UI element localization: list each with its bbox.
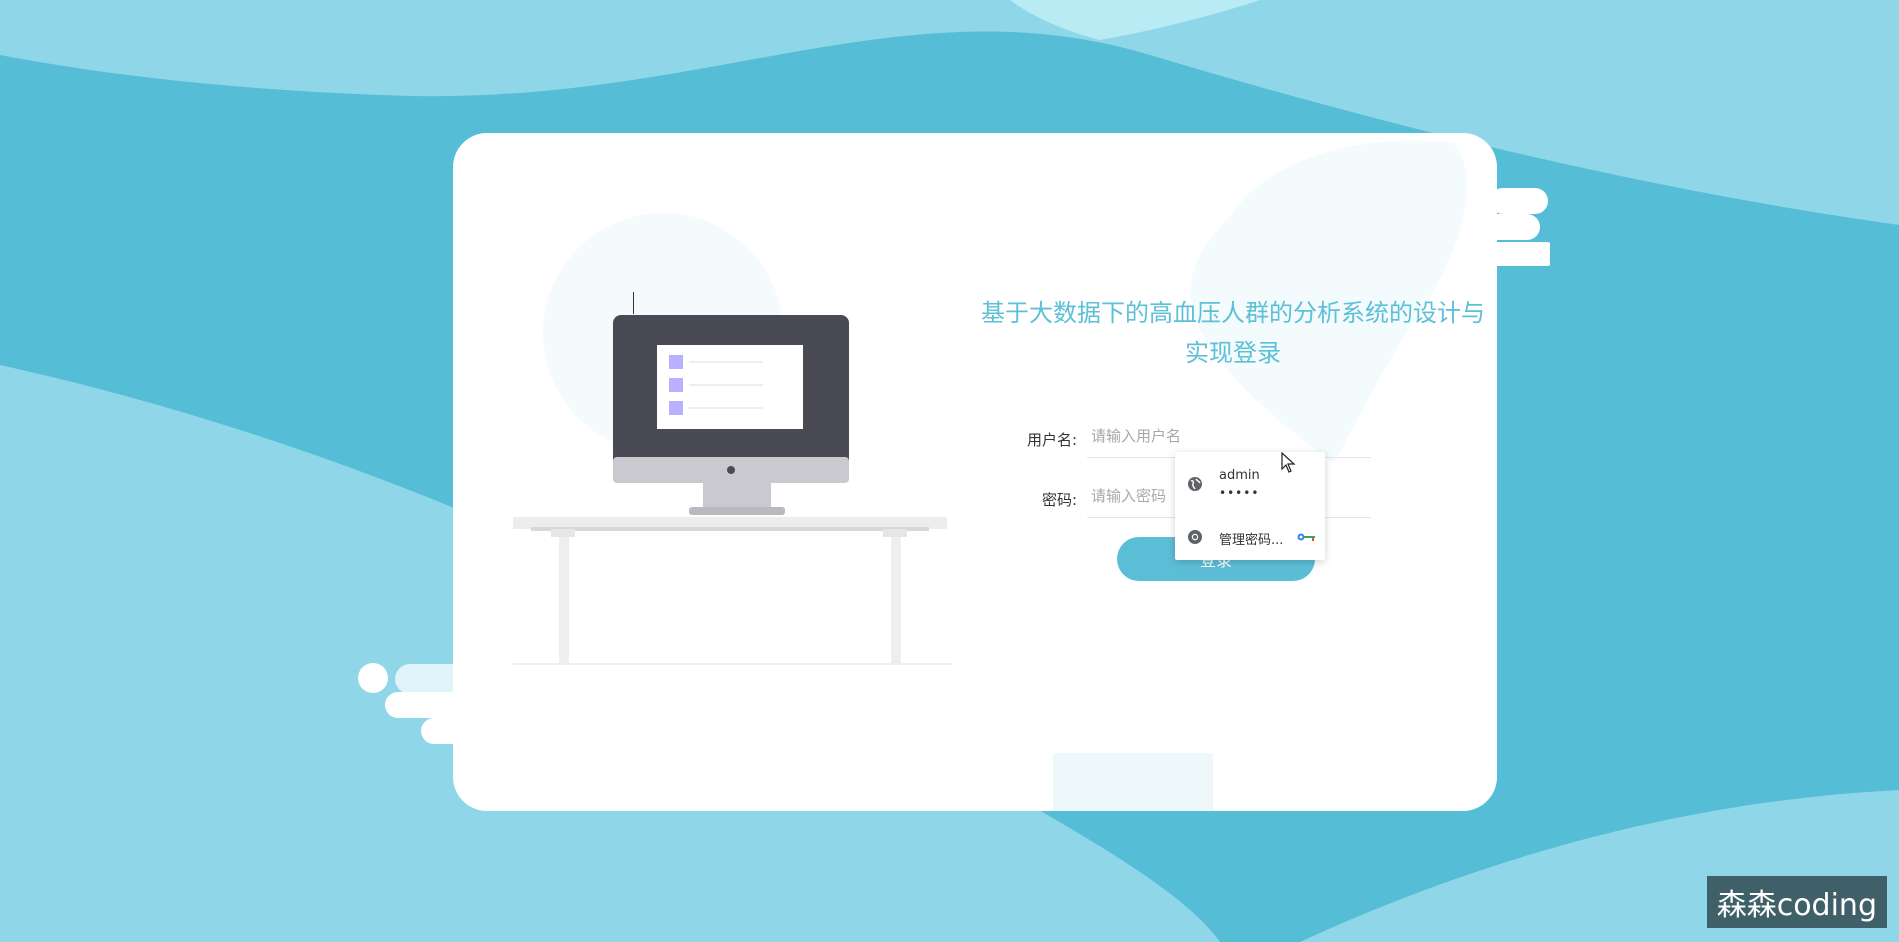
autofill-credential-item[interactable]: admin •••••: [1175, 462, 1325, 512]
login-card: 基于大数据下的高血压人群的分析系统的设计与实现登录 用户名: 密码: 登录: [453, 133, 1497, 811]
key-icon: [1297, 533, 1315, 541]
username-label: 用户名:: [1026, 431, 1077, 449]
manage-passwords-item[interactable]: 管理密码...: [1175, 522, 1325, 552]
chrome-icon: [1188, 530, 1202, 544]
manage-passwords-label: 管理密码...: [1219, 533, 1284, 548]
text-caret: [633, 292, 634, 314]
page-title: 基于大数据下的高血压人群的分析系统的设计与实现登录: [981, 299, 1485, 367]
autofill-dropdown: admin ••••• 管理密码...: [1175, 452, 1325, 560]
password-label: 密码:: [1041, 491, 1077, 509]
autofill-password: •••••: [1219, 486, 1260, 500]
autofill-username: admin: [1219, 468, 1260, 483]
computer-desk-illustration: [513, 315, 953, 665]
watermark: 森森coding: [1706, 876, 1887, 928]
globe-icon: [1188, 477, 1202, 491]
mouse-cursor-icon: [1281, 452, 1296, 473]
